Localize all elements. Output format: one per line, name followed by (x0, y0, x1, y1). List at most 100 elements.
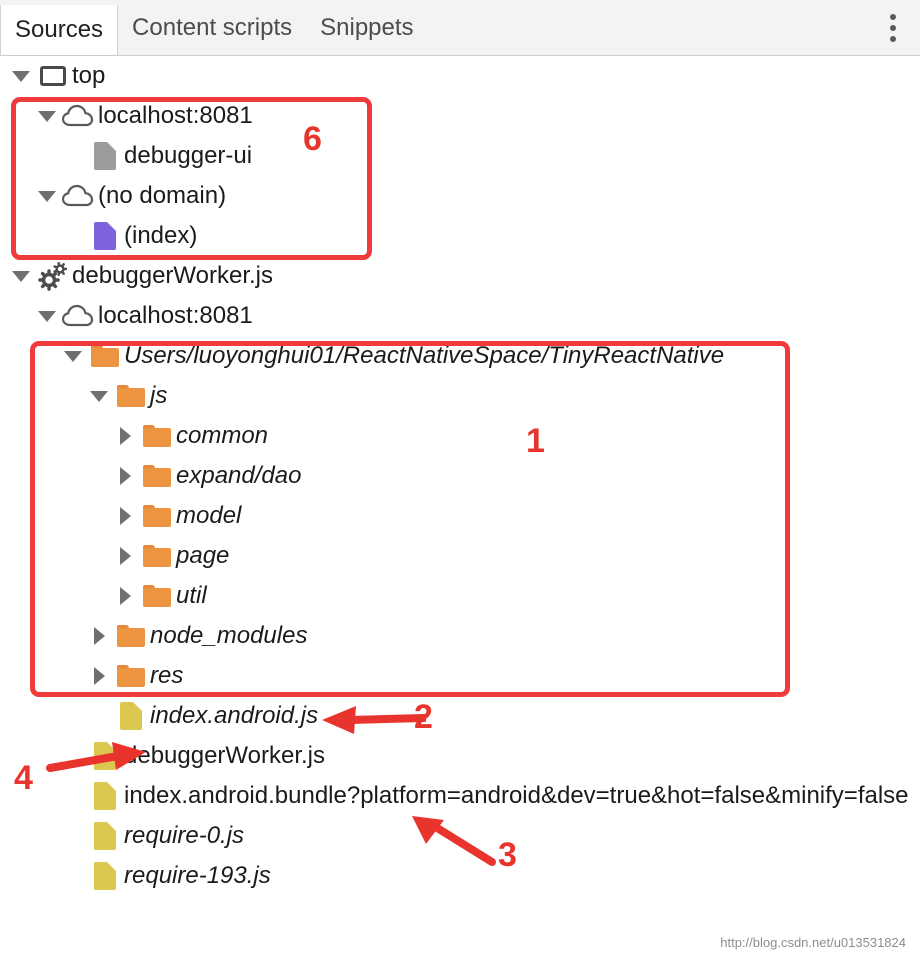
tree-row-label: model (176, 502, 242, 529)
tree-row[interactable]: localhost:8081 (0, 296, 920, 336)
tree-row[interactable]: (no domain) (0, 176, 920, 216)
folder-icon (143, 425, 171, 447)
chevron-down-icon[interactable] (86, 390, 112, 402)
gear-icon (37, 261, 69, 291)
tree-row-label: localhost:8081 (98, 102, 253, 129)
tree-row-label: util (176, 582, 207, 609)
tree-row-icon (138, 465, 176, 487)
tree-row[interactable]: model (0, 496, 920, 536)
tree-row-label: (no domain) (98, 182, 227, 209)
folder-icon (143, 585, 171, 607)
file-yellow-icon (94, 742, 116, 770)
tree-row[interactable]: require-193.js (0, 856, 920, 896)
chevron-down-icon[interactable] (34, 310, 60, 322)
chevron-right-icon[interactable] (112, 467, 138, 485)
tree-row-label: localhost:8081 (98, 302, 253, 329)
more-vertical-icon[interactable] (866, 0, 920, 55)
tree-row[interactable]: debuggerWorker.js (0, 256, 920, 296)
folder-icon (143, 505, 171, 527)
tree-row-label: common (176, 422, 269, 449)
tree-row-icon (86, 862, 124, 890)
chevron-down-icon[interactable] (34, 110, 60, 122)
chevron-right-icon[interactable] (86, 667, 112, 685)
tree-row-label: top (72, 62, 106, 89)
tree-row-icon (112, 385, 150, 407)
tree-row-icon (60, 184, 98, 208)
folder-icon (91, 345, 119, 367)
folder-icon (143, 465, 171, 487)
file-yellow-icon (94, 782, 116, 810)
tree-row[interactable]: debugger-ui (0, 136, 920, 176)
tab-content-scripts-label: Content scripts (132, 13, 293, 41)
tree-row-icon (86, 742, 124, 770)
devtools-toolbar: Sources Content scripts Snippets (0, 0, 920, 56)
tree-row-label: debuggerWorker.js (124, 742, 325, 769)
tree-row-label: page (176, 542, 230, 569)
tree-row-icon (138, 585, 176, 607)
file-purple-icon (94, 222, 116, 250)
chevron-right-icon[interactable] (112, 427, 138, 445)
folder-icon (117, 665, 145, 687)
tree-row[interactable]: node_modules (0, 616, 920, 656)
cloud-icon (62, 184, 96, 208)
tab-content-scripts[interactable]: Content scripts (118, 0, 306, 55)
menu-dot (890, 24, 896, 31)
tree-row[interactable]: common (0, 416, 920, 456)
tree-row[interactable]: (index) (0, 216, 920, 256)
chevron-right-icon[interactable] (112, 587, 138, 605)
tree-row[interactable]: expand/dao (0, 456, 920, 496)
tree-row-icon (86, 142, 124, 170)
tree-row-icon (138, 425, 176, 447)
watermark: http://blog.csdn.net/u013531824 (720, 935, 906, 950)
tree-row-label: (index) (124, 222, 198, 249)
folder-icon (117, 385, 145, 407)
tree-row-label: debuggerWorker.js (72, 262, 273, 289)
tree-row-label: index.android.bundle?platform=android&de… (124, 782, 909, 809)
chevron-right-icon[interactable] (86, 627, 112, 645)
menu-dot (890, 13, 896, 20)
tree-row-icon (60, 304, 98, 328)
menu-dot (890, 35, 896, 42)
tree-row-icon (138, 505, 176, 527)
tree-row-label: index.android.js (150, 702, 319, 729)
tree-row-icon (86, 222, 124, 250)
tree-row-label: require-193.js (124, 862, 271, 889)
tab-sources[interactable]: Sources (0, 5, 119, 55)
tab-strip: Sources Content scripts Snippets (0, 0, 428, 55)
file-yellow-icon (94, 822, 116, 850)
tree-row-icon (86, 822, 124, 850)
chevron-right-icon[interactable] (112, 547, 138, 565)
tree-row[interactable]: Users/luoyonghui01/ReactNativeSpace/Tiny… (0, 336, 920, 376)
tab-sources-label: Sources (15, 16, 104, 43)
tree-row[interactable]: js (0, 376, 920, 416)
chevron-down-icon[interactable] (60, 350, 86, 362)
tree-row[interactable]: debuggerWorker.js (0, 736, 920, 776)
tree-row-label: js (150, 382, 168, 409)
tree-row-icon (112, 702, 150, 730)
tree-row-label: expand/dao (176, 462, 302, 489)
chevron-down-icon[interactable] (8, 270, 34, 282)
tree-row[interactable]: util (0, 576, 920, 616)
tree-row[interactable]: top (0, 56, 920, 96)
tree-row-icon (34, 66, 72, 86)
tree-row[interactable]: require-0.js (0, 816, 920, 856)
tree-row[interactable]: index.android.js (0, 696, 920, 736)
chevron-down-icon[interactable] (34, 190, 60, 202)
tab-snippets[interactable]: Snippets (306, 0, 427, 55)
chevron-right-icon[interactable] (112, 507, 138, 525)
folder-icon (117, 625, 145, 647)
tree-row[interactable]: index.android.bundle?platform=android&de… (0, 776, 920, 816)
tree-row-label: res (150, 662, 184, 689)
tree-row[interactable]: res (0, 656, 920, 696)
tree-row-label: Users/luoyonghui01/ReactNativeSpace/Tiny… (124, 342, 725, 369)
tree-row-icon (112, 625, 150, 647)
tree-row-label: node_modules (150, 622, 308, 649)
frame-icon (40, 66, 66, 86)
chevron-down-icon[interactable] (8, 70, 34, 82)
folder-icon (143, 545, 171, 567)
tree-row-icon (86, 345, 124, 367)
tree-row[interactable]: localhost:8081 (0, 96, 920, 136)
file-yellow-icon (120, 702, 142, 730)
tree-row[interactable]: page (0, 536, 920, 576)
tree-row-icon (86, 782, 124, 810)
